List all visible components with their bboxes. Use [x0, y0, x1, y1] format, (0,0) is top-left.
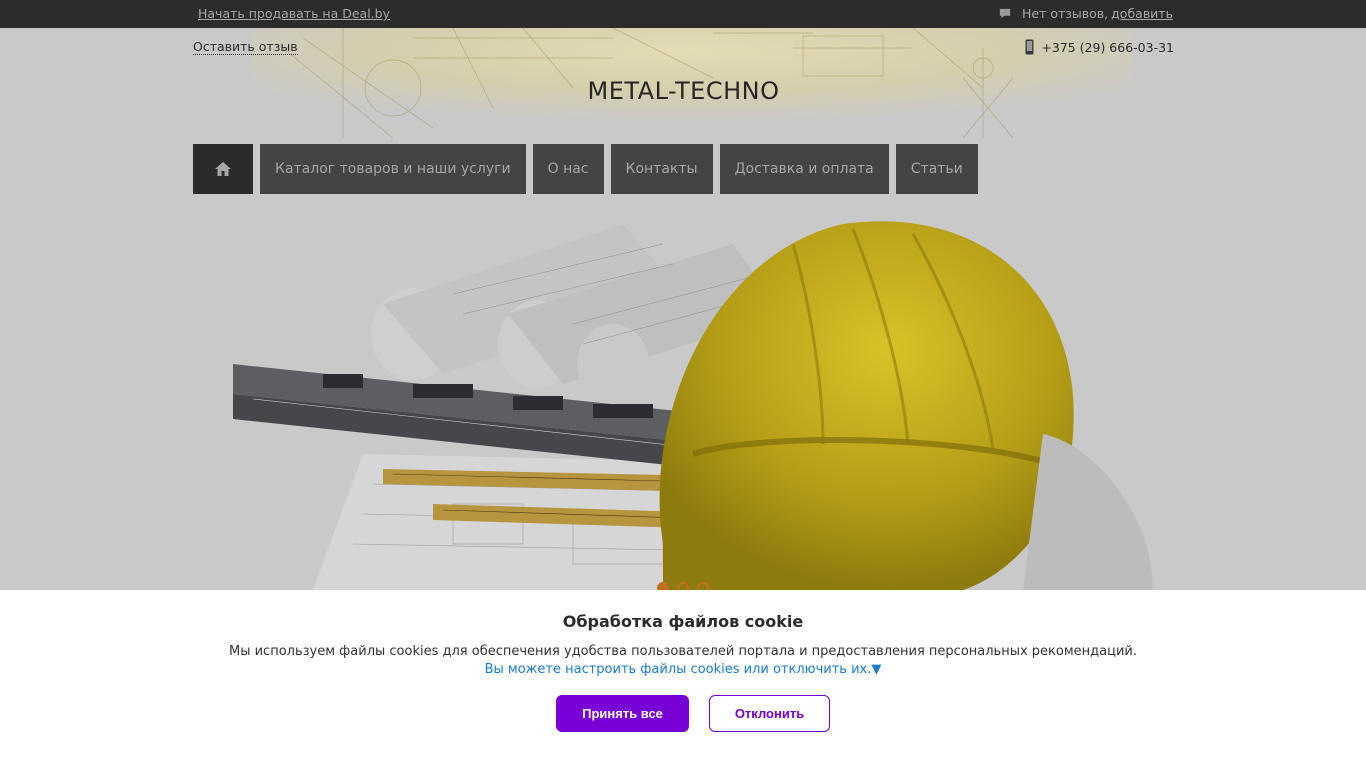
phone-number: +375 (29) 666-03-31	[1041, 39, 1174, 55]
comment-icon	[999, 8, 1011, 18]
accept-all-cookies-button[interactable]: Принять все	[556, 695, 689, 732]
decline-cookies-button[interactable]: Отклонить	[709, 695, 830, 732]
hero-image-hardhat-blueprints	[233, 221, 1153, 590]
cookie-description: Мы используем файлы cookies для обеспече…	[228, 644, 1137, 659]
leave-review-link[interactable]: Оставить отзыв	[193, 39, 298, 55]
mobile-phone-icon	[1025, 39, 1034, 55]
phone-contact[interactable]: +375 (29) 666-03-31	[1025, 39, 1174, 55]
nav-delivery[interactable]: Доставка и оплата	[719, 144, 889, 194]
hero-slider[interactable]	[193, 214, 1174, 590]
cookie-title: Обработка файлов cookie	[562, 612, 804, 631]
nav-home[interactable]	[193, 144, 253, 194]
top-bar: Начать продавать на Deal.by Нет отзывов,…	[0, 0, 1366, 28]
add-review-link[interactable]: добавить	[1111, 6, 1173, 21]
site-header: Оставить отзыв +375 (29) 666-03-31 METAL…	[193, 28, 1174, 144]
reviews-text: Нет отзывов,	[1022, 6, 1109, 21]
cookie-settings-link[interactable]: Вы можете настроить файлы cookies или от…	[0, 662, 1366, 677]
main-navigation: Каталог товаров и наши услуги О нас Конт…	[193, 144, 985, 194]
cookie-consent-banner: Обработка файлов cookie Мы используем фа…	[0, 590, 1366, 768]
home-icon	[215, 162, 231, 176]
nav-catalog[interactable]: Каталог товаров и наши услуги	[260, 144, 526, 194]
nav-about[interactable]: О нас	[532, 144, 604, 194]
site-title[interactable]: METAL-TECHNO	[193, 77, 1174, 105]
reviews-status: Нет отзывов, добавить	[998, 6, 1173, 21]
start-selling-link[interactable]: Начать продавать на Deal.by	[198, 6, 390, 21]
nav-articles[interactable]: Статьи	[895, 144, 978, 194]
nav-contacts[interactable]: Контакты	[610, 144, 713, 194]
